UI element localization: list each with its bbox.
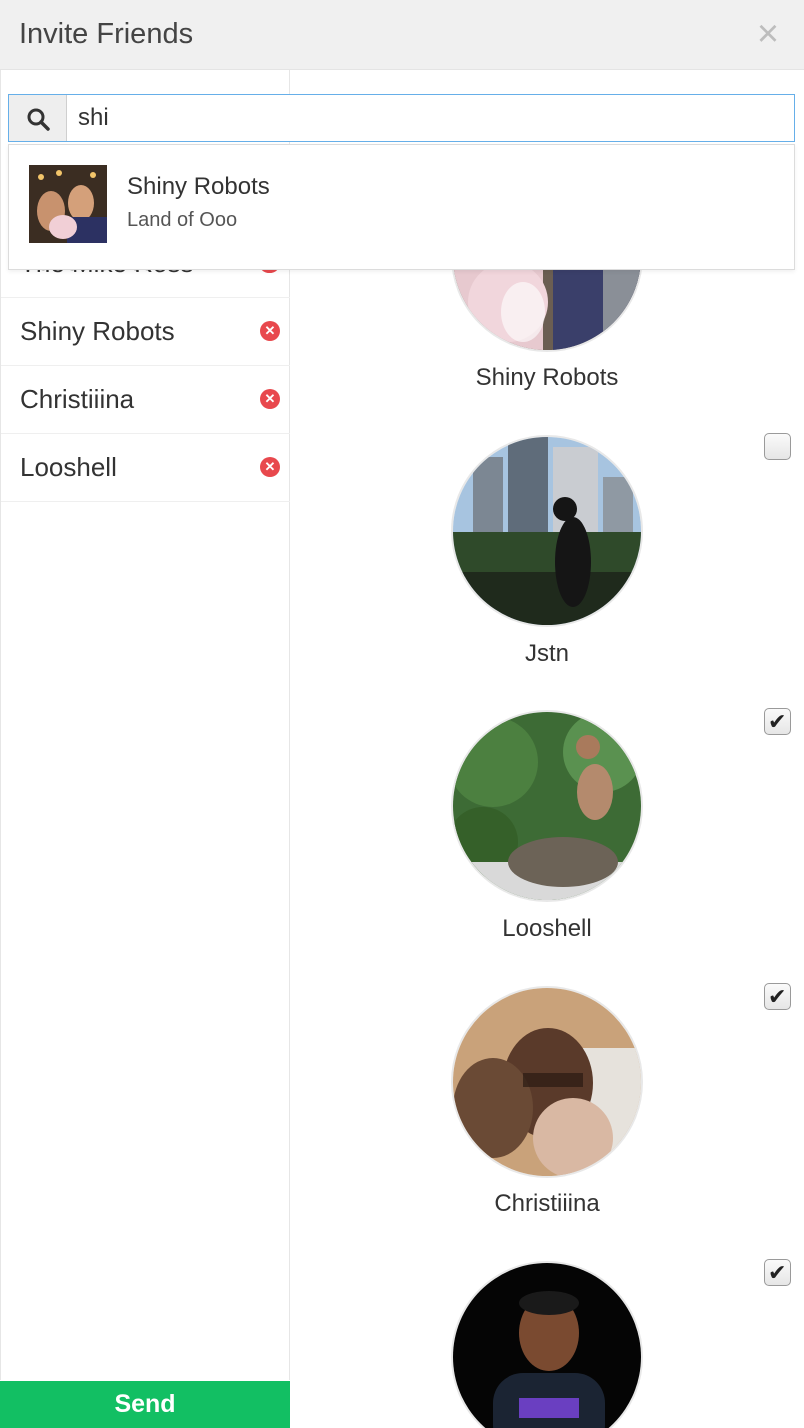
friend-name: Jstn <box>524 640 569 667</box>
suggestion-name: Shiny Robots <box>127 173 270 200</box>
remove-icon[interactable]: ✕ <box>260 457 280 477</box>
close-icon[interactable]: × <box>750 14 786 54</box>
checkmark-icon: ✔ <box>768 984 787 1009</box>
search-bar <box>8 94 795 142</box>
selected-item-label: Shiny Robots <box>20 316 175 346</box>
selected-item-label: Christiiina <box>20 384 135 414</box>
friend-avatar[interactable] <box>451 710 643 902</box>
friend-avatar[interactable] <box>451 1261 643 1428</box>
friend-checkbox[interactable]: ✔ <box>764 1259 791 1286</box>
remove-icon[interactable]: ✕ <box>260 321 280 341</box>
friend-name: Christiiina <box>494 1190 600 1217</box>
avatar-photo-image <box>453 1263 641 1428</box>
selected-item: Looshell ✕ <box>1 434 290 502</box>
friend-avatar[interactable] <box>451 435 643 627</box>
friend-avatar[interactable] <box>451 986 643 1178</box>
search-icon <box>27 108 50 131</box>
selected-item: Shiny Robots ✕ <box>1 298 290 366</box>
suggestion-avatar <box>29 165 107 243</box>
search-button[interactable] <box>9 95 67 141</box>
friend-checkbox[interactable]: ✔ <box>764 708 791 735</box>
friend-checkbox[interactable]: ✔ <box>764 983 791 1010</box>
selected-item: Christiiina ✕ <box>1 366 290 434</box>
modal-header: Invite Friends × <box>0 0 804 70</box>
avatar-photo-image <box>453 988 641 1176</box>
remove-icon[interactable]: ✕ <box>260 389 280 409</box>
avatar-photo-image <box>453 437 641 625</box>
search-input[interactable] <box>68 95 794 141</box>
checkmark-icon: ✔ <box>768 1260 787 1285</box>
checkmark-icon: ✔ <box>768 709 787 734</box>
send-button[interactable]: Send <box>0 1381 290 1428</box>
avatar-photo-image <box>453 712 641 900</box>
modal-title: Invite Friends <box>19 18 194 50</box>
suggestion-photo-image <box>29 165 107 243</box>
suggestion-location: Land of Ooo <box>127 209 238 231</box>
friend-checkbox[interactable] <box>764 433 791 460</box>
selected-item-label: Looshell <box>20 452 117 482</box>
friend-name: Looshell <box>502 915 592 942</box>
friend-name: Shiny Robots <box>475 364 619 391</box>
autocomplete-dropdown: Shiny Robots Land of Ooo <box>8 144 795 270</box>
